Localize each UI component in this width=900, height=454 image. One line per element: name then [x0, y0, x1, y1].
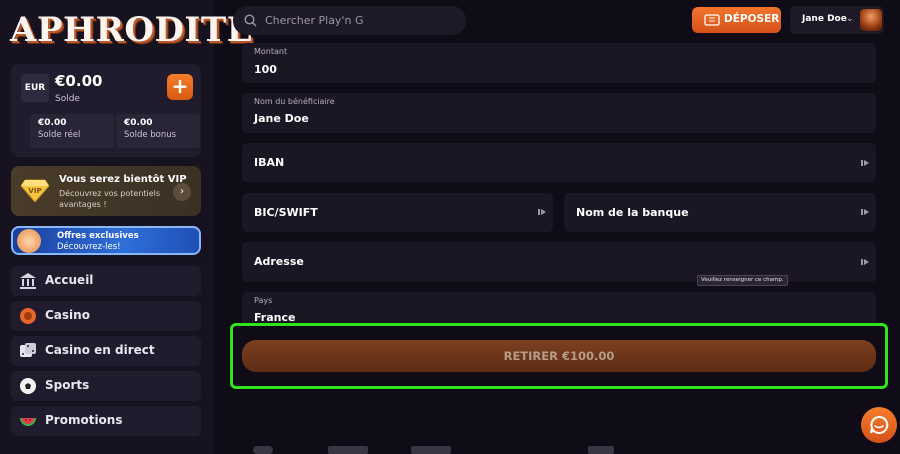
soccer-ball-icon [20, 378, 36, 394]
user-menu[interactable]: Jane Doe ⌄ [790, 6, 884, 34]
chip-icon [20, 308, 36, 324]
amount-value[interactable]: 100 [254, 63, 277, 76]
amount-field[interactable]: Montant 100 [242, 43, 876, 83]
balance-amount: €0.00 [55, 72, 103, 90]
visa-icon [411, 446, 451, 454]
beneficiary-field[interactable]: Nom du bénéficiaire Jane Doe [242, 93, 876, 133]
live-chat-button[interactable] [861, 407, 897, 443]
deposit-label: DÉPOSER [724, 13, 780, 25]
autofill-key-icon[interactable] [860, 158, 870, 168]
sidebar-item-casino-en-direct[interactable]: Casino en direct [11, 336, 201, 366]
sidebar-item-label: Promotions [45, 413, 123, 427]
sidebar-item-label: Accueil [45, 273, 94, 287]
sidebar-item-sports[interactable]: Sports [11, 371, 201, 401]
beneficiary-label: Nom du bénéficiaire [254, 97, 335, 106]
brand-logo[interactable]: APHRODITE [10, 10, 253, 50]
bic-field[interactable]: BIC/SWIFT [242, 193, 553, 232]
validation-tooltip: Veuillez renseigner ce champ. [697, 275, 788, 286]
bank-transfer-icon [588, 446, 614, 454]
chevron-down-icon: ⌄ [846, 14, 854, 24]
chevron-right-icon[interactable]: › [173, 183, 191, 201]
search-input[interactable] [265, 12, 455, 29]
bank-name-placeholder: Nom de la banque [576, 206, 689, 219]
autofill-key-icon[interactable] [537, 207, 547, 217]
country-field[interactable]: Pays France [242, 292, 876, 326]
real-balance-amount: €0.00 [38, 118, 67, 128]
user-name: Jane Doe [802, 14, 847, 24]
vip-gem-icon: VIP [21, 179, 49, 202]
bonus-balance-label: Solde bonus [124, 130, 177, 140]
bic-placeholder: BIC/SWIFT [254, 206, 318, 219]
sidebar: APHRODITE EUR €0.00 Solde + €0.00 Solde … [0, 0, 253, 454]
watermelon-icon [20, 418, 36, 426]
autofill-key-icon[interactable] [860, 207, 870, 217]
bank-name-field[interactable]: Nom de la banque [564, 193, 876, 232]
autofill-key-icon[interactable] [860, 257, 870, 267]
country-label: Pays [254, 296, 273, 305]
add-funds-button[interactable]: + [167, 74, 193, 100]
bonus-balance: €0.00 Solde bonus [116, 114, 200, 148]
real-balance-label: Solde réel [38, 130, 81, 140]
bank-icon [20, 273, 36, 289]
vip-card[interactable]: VIP Vous serez bientôt VIP Découvrez vos… [11, 166, 201, 216]
payment-logos [253, 446, 633, 454]
vip-title: Vous serez bientôt VIP [59, 174, 187, 185]
address-placeholder: Adresse [254, 255, 304, 268]
sidebar-item-promotions[interactable]: Promotions [11, 406, 201, 436]
ticket-icon [704, 14, 720, 26]
offer-subtitle: Découvrez-les! [57, 242, 121, 252]
sidebar-item-label: Sports [45, 378, 90, 392]
mastercard-icon [253, 446, 273, 454]
vip-description: Découvrez vos potentiels avantages ! [59, 189, 161, 209]
amount-label: Montant [254, 47, 288, 56]
iban-placeholder: IBAN [254, 156, 285, 169]
withdraw-button[interactable]: RETIRER €100.00 [242, 340, 876, 372]
balance-card: EUR €0.00 Solde + €0.00 Solde réel €0.00… [11, 64, 201, 157]
dice-icon [20, 343, 36, 357]
avatar[interactable] [860, 9, 882, 31]
sidebar-item-label: Casino en direct [45, 343, 155, 357]
exclusive-offers-banner[interactable]: Offres exclusives Découvrez-les! [11, 226, 201, 255]
search-icon [244, 14, 257, 27]
sidebar-item-accueil[interactable]: Accueil [11, 266, 201, 296]
offer-title: Offres exclusives [57, 231, 139, 241]
chat-bubble-icon [870, 415, 889, 434]
real-balance: €0.00 Solde réel [30, 114, 114, 148]
sidebar-item-casino[interactable]: Casino [11, 301, 201, 331]
pearl-icon [17, 229, 41, 253]
beneficiary-value[interactable]: Jane Doe [254, 112, 309, 125]
search-bar[interactable] [233, 6, 466, 35]
bonus-balance-amount: €0.00 [124, 118, 153, 128]
svg-text:VIP: VIP [28, 187, 41, 195]
iban-field[interactable]: IBAN [242, 143, 876, 182]
sidebar-item-label: Casino [45, 308, 90, 322]
balance-label: Solde [55, 94, 80, 104]
amex-icon [328, 446, 368, 454]
currency-badge: EUR [21, 74, 49, 102]
deposit-button[interactable]: DÉPOSER [692, 7, 781, 33]
